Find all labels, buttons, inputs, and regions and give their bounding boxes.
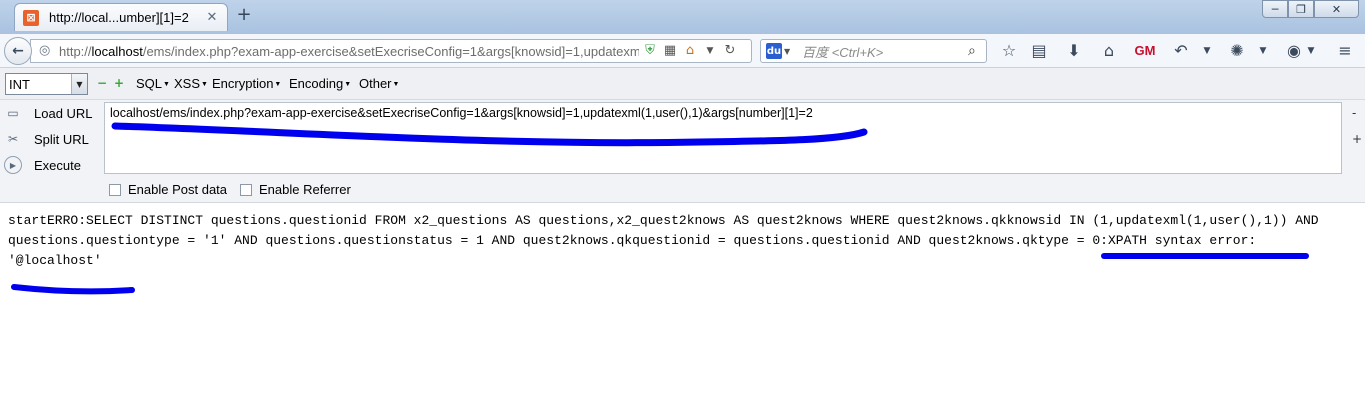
url-domain: localhost (91, 43, 143, 59)
load-url-button[interactable]: ▭ Load URL (0, 102, 93, 124)
menu-xss-label: XSS (174, 76, 201, 91)
dropdown-icon[interactable]: ▼ (701, 42, 719, 60)
int-select-value: INT (9, 76, 30, 92)
undo-icon[interactable]: ↶ (1170, 41, 1192, 61)
new-tab-button[interactable]: + (236, 6, 252, 24)
chevron-down-icon: ▼ (163, 81, 170, 88)
split-url-label: Split URL (34, 131, 89, 147)
shield-icon[interactable]: ⛨ (641, 42, 659, 60)
int-select[interactable]: INT ▼ (5, 73, 88, 95)
split-url-button[interactable]: ✂ Split URL (0, 128, 89, 150)
shrink-button[interactable]: - (1352, 106, 1356, 120)
load-url-icon: ▭ (7, 106, 19, 120)
menu-icon[interactable]: ≡ (1334, 41, 1356, 61)
engine-dropdown-icon[interactable]: ▼ (784, 47, 794, 56)
bookmark-star-icon[interactable]: ☆ (998, 41, 1020, 61)
extension-icon[interactable]: ✺ (1226, 41, 1248, 61)
globe-icon: ◎ (39, 43, 51, 58)
scissors-icon: ✂ (7, 132, 19, 146)
home-button-icon[interactable]: ⌂ (1098, 41, 1120, 61)
menu-other-label: Other (359, 76, 392, 91)
hackbar-panel: ▭ Load URL ✂ Split URL ▶ Execute localho… (0, 100, 1365, 203)
chevron-down-icon: ▼ (201, 81, 208, 88)
execute-icon: ▶ (4, 156, 22, 174)
reading-list-icon[interactable]: ▤ (1028, 41, 1050, 61)
menu-sql[interactable]: SQL▼ (136, 76, 170, 91)
output-line-1: startERRO:SELECT DISTINCT questions.ques… (8, 213, 1319, 228)
enable-referrer-checkbox[interactable]: Enable Referrer (240, 182, 351, 197)
menu-other[interactable]: Other▼ (359, 76, 399, 91)
reload-icon[interactable]: ↻ (721, 42, 739, 60)
window-minimize-button[interactable]: ─ (1262, 0, 1288, 18)
download-icon[interactable]: ⬇ (1063, 41, 1085, 61)
execute-label: Execute (34, 157, 81, 173)
menu-encryption-label: Encryption (212, 76, 274, 91)
undo-dropdown-icon[interactable]: ▼ (1196, 41, 1218, 61)
hackbar-url-textarea[interactable]: localhost/ems/index.php?exam-app-exercis… (104, 102, 1342, 174)
expand-button[interactable]: + (1352, 132, 1362, 146)
tab-close-icon[interactable]: ✕ (205, 10, 219, 25)
enable-referrer-label: Enable Referrer (259, 182, 351, 197)
navigation-bar: ◎ http://localhost/ems/index.php?exam-ap… (0, 34, 1365, 68)
extension-dropdown-icon[interactable]: ▼ (1252, 41, 1274, 61)
chevron-down-icon: ▼ (274, 81, 282, 88)
decrement-button[interactable]: − (96, 77, 108, 89)
page-content: startERRO:SELECT DISTINCT questions.ques… (0, 203, 1365, 417)
enable-post-label: Enable Post data (128, 182, 228, 197)
increment-button[interactable]: + (113, 77, 125, 89)
back-icon: ← (12, 43, 24, 59)
search-placeholder: 百度 <Ctrl+K> (802, 44, 884, 60)
chevron-down-icon: ▼ (392, 81, 400, 88)
url-bar[interactable]: ◎ http://localhost/ems/index.php?exam-ap… (30, 39, 752, 63)
gm-icon[interactable]: GM (1134, 41, 1156, 61)
url-path: /ems/index.php?exam-app-exercise&setExec… (142, 43, 639, 59)
menu-sql-label: SQL (136, 76, 163, 91)
chevron-down-icon[interactable]: ▼ (71, 74, 87, 94)
menu-encoding[interactable]: Encoding▼ (289, 76, 351, 91)
window-maximize-button[interactable]: ❐ (1288, 0, 1314, 18)
output-line-3: '@localhost' (8, 253, 102, 268)
baidu-engine-icon[interactable]: du (766, 43, 782, 59)
menu-xss[interactable]: XSS▼ (174, 76, 208, 91)
search-box[interactable]: du ▼ 百度 <Ctrl+K> ⌕ (760, 39, 987, 63)
window-close-button[interactable]: ✕ (1314, 0, 1359, 18)
title-bar: ⊠ http://local...umber][1]=2 ✕ + ─ ❐ ✕ (0, 0, 1365, 34)
back-button[interactable]: ← (4, 37, 32, 65)
browser-tab[interactable]: ⊠ http://local...umber][1]=2 ✕ (14, 3, 228, 31)
url-prefix: http:// (59, 43, 92, 59)
home-icon[interactable]: ⌂ (681, 42, 699, 60)
checkbox-box[interactable] (109, 183, 121, 196)
checkbox-box[interactable] (240, 183, 252, 196)
load-url-label: Load URL (34, 105, 93, 121)
output-line-2: questions.questiontype = '1' AND questio… (8, 233, 1257, 248)
search-icon[interactable]: ⌕ (968, 43, 986, 59)
tab-favicon-icon: ⊠ (23, 9, 39, 26)
hackbar-menu: INT ▼ − + SQL▼ XSS▼ Encryption▼ Encoding… (0, 68, 1365, 100)
tab-title: http://local...umber][1]=2 (49, 10, 189, 25)
chevron-down-icon: ▼ (344, 81, 352, 88)
menu-encryption[interactable]: Encryption▼ (212, 76, 281, 91)
execute-button[interactable]: ▶ Execute (0, 154, 81, 176)
qr-icon[interactable]: ▦ (661, 42, 679, 60)
url-text[interactable]: http://localhost/ems/index.php?exam-app-… (59, 44, 639, 59)
enable-post-checkbox[interactable]: Enable Post data (109, 182, 227, 197)
menu-encoding-label: Encoding (289, 76, 344, 91)
theme-dropdown-icon[interactable]: ▼ (1300, 41, 1322, 61)
